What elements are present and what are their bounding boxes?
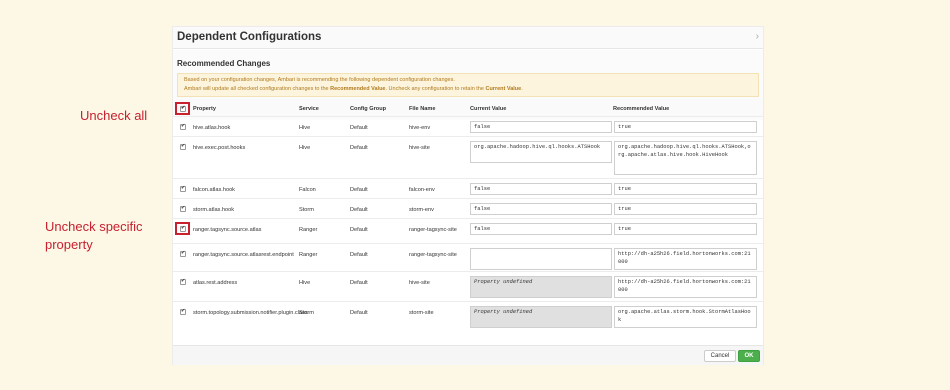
service-name: Storm <box>299 207 314 213</box>
current-value <box>470 248 612 270</box>
table-row: falcon.atlas.hook Falcon Default falcon-… <box>173 179 763 199</box>
property-name: hive.atlas.hook <box>193 125 231 131</box>
cancel-button[interactable]: Cancel <box>704 350 736 362</box>
property-name: ranger.tagsync.source.atlasrest.endpoint <box>193 252 294 258</box>
dialog-footer: Cancel OK <box>173 345 763 365</box>
current-value-undefined: Property undefined <box>470 306 612 328</box>
file-name: storm-site <box>409 310 434 316</box>
recommended-value: true <box>614 121 757 133</box>
property-name: falcon.atlas.hook <box>193 187 235 193</box>
file-name: hive-site <box>409 280 430 286</box>
table-row: hive.atlas.hook Hive Default hive-env fa… <box>173 117 763 137</box>
ok-button[interactable]: OK <box>738 350 760 362</box>
table-row: hive.exec.post.hooks Hive Default hive-s… <box>173 137 763 179</box>
service-name: Storm <box>299 310 314 316</box>
table-row: storm.atlas.hook Storm Default storm-env… <box>173 199 763 219</box>
annotation-uncheck-all: Uncheck all <box>80 108 148 123</box>
file-name: hive-env <box>409 125 431 131</box>
header-recommended-value: Recommended Value <box>613 106 670 112</box>
config-group: Default <box>350 280 368 286</box>
table-row: ranger.tagsync.source.atlas Ranger Defau… <box>173 219 763 244</box>
current-value: org.apache.hadoop.hive.ql.hooks.ATSHook <box>470 141 612 163</box>
property-name: atlas.rest.address <box>193 280 238 286</box>
close-icon[interactable]: › <box>756 31 759 42</box>
row-checkbox[interactable] <box>180 205 186 212</box>
select-all-checkbox[interactable] <box>180 105 186 112</box>
row-checkbox[interactable] <box>180 143 186 150</box>
row-checkbox[interactable] <box>180 123 186 130</box>
table-header-row: Property Service Config Group File Name … <box>173 99 763 117</box>
file-name: ranger-tagsync-site <box>409 227 457 233</box>
current-value: false <box>470 183 612 195</box>
service-name: Ranger <box>299 252 318 258</box>
service-name: Falcon <box>299 187 316 193</box>
service-name: Ranger <box>299 227 318 233</box>
annotation-uncheck-specific: Uncheck specific property <box>45 219 143 252</box>
recommended-value: org.apache.hadoop.hive.ql.hooks.ATSHook,… <box>614 141 757 175</box>
section-title: Recommended Changes <box>177 59 271 68</box>
service-name: Hive <box>299 125 311 131</box>
property-name: hive.exec.post.hooks <box>193 145 246 151</box>
file-name: storm-env <box>409 207 434 213</box>
file-name: hive-site <box>409 145 430 151</box>
config-group: Default <box>350 145 368 151</box>
dialog-title: Dependent Configurations <box>177 31 322 43</box>
config-group: Default <box>350 227 368 233</box>
header-file-name[interactable]: File Name <box>409 105 467 113</box>
config-group: Default <box>350 310 368 316</box>
table-row: ranger.tagsync.source.atlasrest.endpoint… <box>173 244 763 272</box>
row-checkbox[interactable] <box>180 308 186 315</box>
header-property[interactable]: Property <box>193 105 295 113</box>
recommended-value: true <box>614 203 757 215</box>
alert-line-1: Based on your configuration changes, Amb… <box>184 77 455 83</box>
dependent-configurations-dialog: Dependent Configurations › Recommended C… <box>172 26 764 365</box>
config-group: Default <box>350 187 368 193</box>
table-row: storm.topology.submission.notifier.plugi… <box>173 302 763 338</box>
file-name: falcon-env <box>409 187 435 193</box>
property-name: storm.topology.submission.notifier.plugi… <box>193 310 308 316</box>
dialog-header: Dependent Configurations › <box>173 27 763 49</box>
current-value-undefined: Property undefined <box>470 276 612 298</box>
service-name: Hive <box>299 280 311 286</box>
info-alert: Based on your configuration changes, Amb… <box>177 73 759 97</box>
config-group: Default <box>350 125 368 131</box>
current-value: false <box>470 203 612 215</box>
config-group: Default <box>350 252 368 258</box>
recommended-value: true <box>614 223 757 235</box>
row-checkbox[interactable] <box>180 225 186 232</box>
recommended-value: org.apache.atlas.storm.hook.StormAtlasHo… <box>614 306 757 328</box>
row-checkbox[interactable] <box>180 250 186 257</box>
header-config-group[interactable]: Config Group <box>350 105 405 113</box>
service-name: Hive <box>299 145 311 151</box>
config-group: Default <box>350 207 368 213</box>
file-name: ranger-tagsync-site <box>409 252 457 258</box>
row-checkbox[interactable] <box>180 278 186 285</box>
table-row: atlas.rest.address Hive Default hive-sit… <box>173 272 763 302</box>
header-service[interactable]: Service <box>299 105 345 113</box>
config-table: Property Service Config Group File Name … <box>173 99 763 338</box>
header-current-value: Current Value <box>470 106 507 112</box>
alert-line-2: Ambari will update all checked configura… <box>184 85 523 92</box>
recommended-value: http://dh-a25h26.field.hortonworks.com:2… <box>614 248 757 270</box>
property-name: ranger.tagsync.source.atlas <box>193 227 262 233</box>
current-value: false <box>470 121 612 133</box>
current-value: false <box>470 223 612 235</box>
recommended-value: http://dh-a25h26.field.hortonworks.com:2… <box>614 276 757 298</box>
row-checkbox[interactable] <box>180 185 186 192</box>
recommended-value: true <box>614 183 757 195</box>
property-name: storm.atlas.hook <box>193 207 235 213</box>
